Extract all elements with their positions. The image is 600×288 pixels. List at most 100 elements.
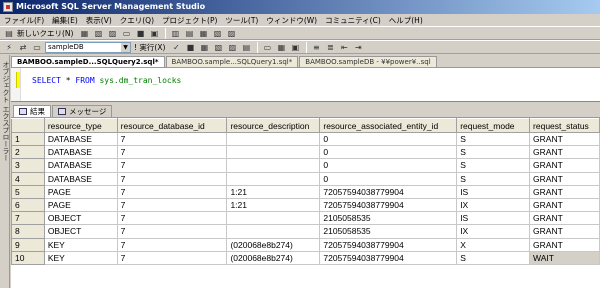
table-cell[interactable] [226, 131, 321, 147]
parse-icon[interactable]: ✓ [170, 42, 182, 53]
table-cell[interactable]: GRANT [529, 171, 600, 186]
results-to-text-icon[interactable]: ▭ [261, 42, 273, 53]
menu-help[interactable]: ヘルプ(H) [389, 15, 423, 26]
column-header[interactable]: resource_associated_entity_id [319, 118, 458, 133]
table-row[interactable]: 10 KEY 7 (020068e8b274) 72057594038779904 S WA… [11, 250, 600, 265]
table-cell[interactable]: IX [456, 224, 531, 239]
sql-editor[interactable]: SELECT * FROM sys.dm_tran_locks [11, 67, 600, 101]
table-cell[interactable]: 7 [116, 171, 228, 186]
new-query-icon[interactable]: ▤ [3, 28, 15, 39]
row-number[interactable]: 3 [11, 158, 45, 173]
table-cell[interactable] [226, 171, 321, 186]
table-cell[interactable]: IS [456, 184, 531, 199]
table-cell[interactable]: 0 [319, 171, 458, 186]
results-grid[interactable]: resource_type resource_database_id resou… [11, 117, 600, 288]
table-row[interactable]: 2 DATABASE 7 0 S GRANT [11, 145, 600, 160]
table-cell[interactable]: GRANT [529, 145, 600, 160]
row-number[interactable]: 8 [11, 224, 45, 239]
table-cell[interactable]: DATABASE [43, 158, 118, 173]
table-cell[interactable]: 72057594038779904 [319, 197, 458, 213]
results-to-file-icon[interactable]: ▣ [289, 42, 301, 53]
menu-view[interactable]: 表示(V) [86, 15, 112, 26]
uncomment-icon[interactable]: ≣ [324, 42, 336, 53]
table-cell[interactable]: IS [456, 211, 531, 226]
connect-icon[interactable]: ⚡ [3, 42, 15, 53]
table-cell[interactable]: GRANT [529, 131, 600, 147]
tab-query2[interactable]: BAMBOO.sampleD...SQLQuery2.sql* [11, 56, 165, 67]
table-cell[interactable]: 7 [116, 237, 228, 252]
registered-servers-icon[interactable]: ▥ [169, 28, 181, 39]
table-cell[interactable]: GRANT [529, 237, 600, 252]
table-row[interactable]: 6 PAGE 7 1:21 72057594038779904 IX GRANT [11, 197, 600, 213]
table-cell[interactable]: S [456, 145, 531, 160]
table-cell[interactable]: 7 [116, 197, 228, 213]
table-cell[interactable]: OBJECT [43, 224, 118, 239]
table-cell[interactable]: GRANT [529, 197, 600, 213]
query-designer-icon[interactable]: ▧ [212, 42, 224, 53]
table-cell[interactable]: 72057594038779904 [319, 237, 458, 252]
table-cell[interactable]: 7 [116, 158, 228, 173]
chevron-down-icon[interactable]: ▼ [121, 42, 130, 52]
increase-indent-icon[interactable]: ⇥ [352, 42, 364, 53]
row-number[interactable]: 6 [11, 197, 45, 213]
table-cell[interactable]: 7 [116, 184, 228, 199]
table-cell[interactable]: PAGE [43, 184, 118, 199]
table-cell[interactable]: OBJECT [43, 211, 118, 226]
open-file-icon[interactable]: ▭ [120, 28, 132, 39]
tab-messages[interactable]: メッセージ [52, 105, 113, 117]
execute-button[interactable]: ! 実行(X) [134, 42, 165, 53]
table-cell[interactable]: 2105058535 [319, 211, 458, 226]
table-row[interactable]: 7 OBJECT 7 2105058535 IS GRANT [11, 211, 600, 226]
table-row[interactable]: 4 DATABASE 7 0 S GRANT [11, 171, 600, 186]
row-number[interactable]: 10 [11, 250, 45, 265]
table-cell[interactable]: KEY [43, 237, 118, 252]
display-plan-icon[interactable]: ▦ [198, 42, 210, 53]
table-cell[interactable]: GRANT [529, 211, 600, 226]
save-icon[interactable]: ■ [134, 28, 146, 39]
row-number[interactable]: 2 [11, 145, 45, 160]
table-cell[interactable] [226, 145, 321, 160]
table-cell[interactable]: DATABASE [43, 171, 118, 186]
row-number[interactable]: 4 [11, 171, 45, 186]
table-cell[interactable]: DATABASE [43, 145, 118, 160]
table-cell[interactable]: (020068e8b274) [226, 250, 321, 265]
object-explorer-icon[interactable]: ▤ [183, 28, 195, 39]
table-cell[interactable]: 0 [319, 131, 458, 147]
table-cell[interactable]: 72057594038779904 [319, 184, 458, 199]
change-connection-icon[interactable]: ⇄ [17, 42, 29, 53]
table-cell[interactable] [226, 211, 321, 226]
column-header[interactable]: resource_database_id [116, 118, 228, 133]
table-cell[interactable]: 7 [116, 250, 228, 265]
column-header[interactable]: request_status [529, 118, 600, 133]
table-cell[interactable]: S [456, 158, 531, 173]
table-cell[interactable]: 7 [116, 211, 228, 226]
corner-cell[interactable] [11, 118, 45, 133]
table-row[interactable]: 1 DATABASE 7 0 S GRANT [11, 131, 600, 147]
analysis-query-icon[interactable]: ▧ [92, 28, 104, 39]
new-query-button[interactable]: 新しいクエリ(N) [17, 28, 73, 39]
client-statistics-icon[interactable]: ▤ [240, 42, 252, 53]
table-cell[interactable]: S [456, 171, 531, 186]
table-cell[interactable]: X [456, 237, 531, 252]
column-header[interactable]: resource_type [43, 118, 118, 133]
menu-edit[interactable]: 編集(E) [52, 15, 78, 26]
table-cell[interactable]: 7 [116, 224, 228, 239]
row-number[interactable]: 1 [11, 131, 45, 147]
table-cell[interactable]: WAIT [529, 250, 600, 265]
table-cell[interactable]: 0 [319, 158, 458, 173]
row-number[interactable]: 7 [11, 211, 45, 226]
table-cell[interactable]: 72057594038779904 [319, 250, 458, 265]
table-cell[interactable]: 1:21 [226, 184, 321, 199]
column-header[interactable]: request_mode [456, 118, 531, 133]
object-explorer-rail[interactable]: オブジェクト エクスプローラー [0, 55, 10, 288]
menu-project[interactable]: プロジェクト(P) [162, 15, 217, 26]
menu-window[interactable]: ウィンドウ(W) [266, 15, 317, 26]
table-cell[interactable]: GRANT [529, 224, 600, 239]
table-cell[interactable]: S [456, 131, 531, 147]
table-cell[interactable]: KEY [43, 250, 118, 265]
include-plan-icon[interactable]: ▨ [226, 42, 238, 53]
table-cell[interactable]: 7 [116, 131, 228, 147]
table-cell[interactable]: IX [456, 197, 531, 213]
table-cell[interactable]: GRANT [529, 158, 600, 173]
table-cell[interactable]: DATABASE [43, 131, 118, 147]
